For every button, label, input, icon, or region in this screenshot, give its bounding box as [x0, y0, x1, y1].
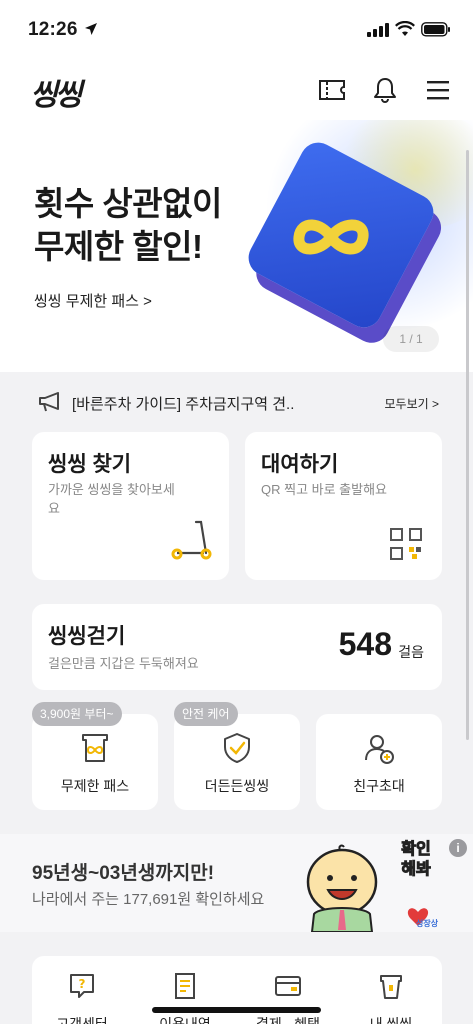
- walk-card[interactable]: 씽씽걷기 걸은만큼 지갑은 두둑해져요 548 걸음: [32, 604, 442, 690]
- notification-button[interactable]: [369, 74, 401, 106]
- wifi-icon: [395, 21, 415, 36]
- safety-care-label: 더든든씽씽: [204, 778, 270, 794]
- scrollbar[interactable]: [466, 150, 469, 740]
- banner-title-line2: 무제한 할인!: [34, 228, 203, 265]
- signal-icon: [367, 23, 389, 37]
- credit-card-icon: [275, 976, 301, 996]
- my-ssingssing-label: 내 씽씽: [369, 1016, 413, 1024]
- invite-friend-button[interactable]: 친구초대: [316, 714, 442, 810]
- rent-card-desc: QR 찍고 바로 출발해요: [261, 482, 388, 497]
- price-tag-badge: 3,900원 부터~: [32, 702, 122, 726]
- battery-icon: [421, 22, 450, 37]
- rent-card[interactable]: 대여하기 QR 찍고 바로 출발해요: [245, 432, 442, 580]
- bottom-menu: ? 고객센터 이용내역 결제 · 혜택 내 씽씽: [32, 956, 442, 1024]
- notice-text: [바른주차 가이드] 주차금지구역 견..: [72, 396, 295, 413]
- ad-info-button[interactable]: i: [449, 839, 467, 857]
- banner-link[interactable]: 씽씽 무제한 패스 >: [34, 290, 152, 311]
- step-count: 548: [338, 626, 392, 662]
- add-friend-icon: [365, 735, 394, 764]
- unlimited-pass-label: 무제한 패스: [60, 778, 130, 794]
- step-unit: 걸음: [398, 644, 424, 660]
- find-scooter-card[interactable]: 씽씽 찾기 가까운 씽씽을 찾아보세요: [32, 432, 229, 580]
- ticket-button[interactable]: [316, 74, 348, 106]
- rent-card-title: 대여하기: [261, 453, 339, 476]
- ticket-icon: [319, 80, 345, 100]
- bell-icon: [374, 78, 396, 103]
- help-chat-icon: ?: [70, 974, 94, 998]
- safety-care-button[interactable]: 더든든씽씽: [174, 714, 300, 810]
- invite-friend-label: 친구초대: [353, 778, 405, 794]
- promo-banner[interactable]: 횟수 상관없이 무제한 할인! 씽씽 무제한 패스 > 1 / 1: [0, 120, 473, 372]
- ad-title: 95년생~03년생까지만!: [32, 863, 215, 884]
- banner-pager: 1 / 1: [383, 326, 439, 352]
- ad-banner[interactable]: 95년생~03년생까지만! 나라에서 주는 177,691원 확인하세요 확인해…: [0, 834, 473, 932]
- menu-button[interactable]: [422, 74, 454, 106]
- status-time: 12:26: [28, 19, 78, 40]
- qr-code-icon: [390, 528, 422, 560]
- shield-check-icon: [224, 733, 250, 763]
- svg-text:?: ?: [79, 977, 86, 991]
- find-card-desc: 가까운 씽씽을 찾아보세요: [48, 482, 175, 516]
- app-header: 씽씽: [0, 60, 473, 120]
- ad-subtitle: 나라에서 주는 177,691원 확인하세요: [32, 891, 265, 908]
- scooter-icon: [171, 520, 212, 560]
- infinity-icon: [293, 219, 369, 255]
- find-card-title: 씽씽 찾기: [48, 453, 132, 476]
- location-arrow-icon: [85, 23, 97, 35]
- payment-benefit-label: 결제 · 혜택: [256, 1016, 320, 1024]
- customer-center-button[interactable]: ? 고객센터: [32, 972, 132, 1024]
- home-indicator[interactable]: [152, 1007, 321, 1013]
- my-ssingssing-button[interactable]: 내 씽씽: [341, 972, 441, 1024]
- notice-bar[interactable]: [바른주차 가이드] 주차금지구역 견.. 모두보기 >: [0, 376, 473, 428]
- walk-title: 씽씽걷기: [48, 625, 126, 648]
- pass-ticket-icon: [82, 734, 108, 762]
- cup-icon: [380, 975, 402, 999]
- megaphone-icon: [39, 392, 59, 412]
- usage-history-label: 이용내역: [159, 1016, 211, 1024]
- hamburger-icon: [427, 81, 449, 100]
- usage-history-button[interactable]: 이용내역: [135, 972, 235, 1024]
- banner-title-line1: 횟수 상관없이: [34, 185, 222, 222]
- unlimited-pass-button[interactable]: 무제한 패스: [32, 714, 158, 810]
- sticker-brand: 성장상: [416, 919, 439, 928]
- payment-benefit-button[interactable]: 결제 · 혜택: [238, 972, 338, 1024]
- safety-care-badge: 안전 케어: [174, 702, 238, 726]
- document-icon: [175, 973, 195, 999]
- status-bar: 12:26: [0, 0, 473, 60]
- banner-title: 횟수 상관없이 무제한 할인!: [34, 182, 222, 268]
- walk-desc: 걸은만큼 지갑은 두둑해져요: [48, 656, 199, 671]
- customer-center-label: 고객센터: [56, 1016, 108, 1024]
- sticker-text: 확인해봐: [401, 841, 431, 879]
- app-logo: 씽씽: [30, 78, 82, 113]
- view-all-link[interactable]: 모두보기 >: [384, 395, 439, 412]
